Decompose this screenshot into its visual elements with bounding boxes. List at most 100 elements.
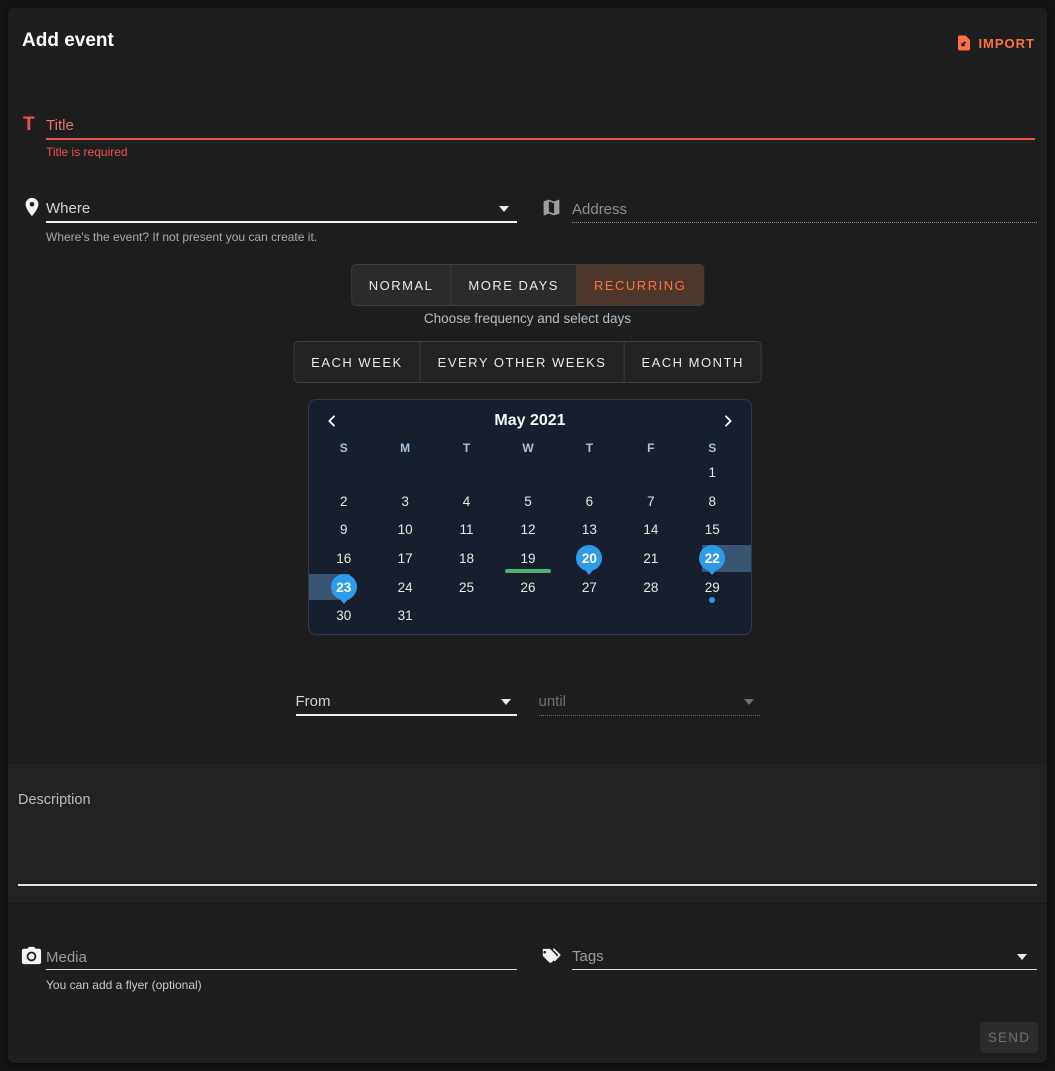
calendar-day[interactable]: 6: [559, 487, 620, 516]
time-row: From until: [8, 686, 1047, 716]
calendar-day-number: 20: [576, 545, 602, 571]
calendar-day[interactable]: 7: [620, 487, 681, 516]
tags-underline: [572, 969, 1037, 970]
calendar-day[interactable]: 21: [620, 544, 681, 573]
calendar-day[interactable]: 4: [436, 487, 497, 516]
calendar-day[interactable]: 25: [436, 573, 497, 602]
calendar-day[interactable]: 14: [620, 515, 681, 544]
calendar-day-number: 8: [709, 494, 717, 509]
title-error: Title is required: [46, 145, 128, 159]
prev-month-button[interactable]: [319, 409, 345, 433]
media-helper-text: You can add a flyer (optional): [46, 978, 202, 992]
tags-select[interactable]: Tags: [572, 946, 1037, 968]
calendar-day-number: 14: [643, 522, 658, 537]
address-input[interactable]: [572, 197, 1033, 221]
calendar-day[interactable]: 27: [559, 573, 620, 602]
import-label: IMPORT: [978, 36, 1035, 51]
calendar-weekdays: SMTWTFS: [309, 434, 751, 458]
calendar-header: May 2021: [309, 400, 751, 434]
calendar-day[interactable]: 12: [497, 515, 558, 544]
next-month-button[interactable]: [715, 409, 741, 433]
weekday-label: F: [620, 437, 681, 458]
calendar-day-number: 10: [398, 522, 413, 537]
chevron-left-icon: [324, 413, 340, 429]
calendar-day[interactable]: 2: [313, 487, 374, 516]
where-helper-text: Where's the event? If not present you ca…: [46, 230, 317, 244]
calendar-day-number: 29: [705, 580, 720, 595]
tab-every-other-weeks[interactable]: EVERY OTHER WEEKS: [420, 342, 624, 382]
media-input[interactable]: [46, 946, 446, 968]
calendar-day[interactable]: 8: [682, 487, 743, 516]
page-title: Add event: [22, 30, 114, 52]
media-underline: [46, 969, 517, 970]
calendar-day-empty: [497, 601, 558, 630]
tab-normal[interactable]: NORMAL: [352, 265, 451, 305]
tab-each-week[interactable]: EACH WEEK: [294, 342, 420, 382]
calendar-day-number: 23: [331, 574, 357, 600]
calendar-day[interactable]: 10: [374, 515, 435, 544]
calendar-day[interactable]: 5: [497, 487, 558, 516]
tab-more-days[interactable]: MORE DAYS: [450, 265, 576, 305]
calendar-day[interactable]: 20: [559, 544, 620, 573]
calendar-day-number: 28: [643, 580, 658, 595]
add-event-card: Add event IMPORT T Title is required Whe…: [8, 8, 1047, 1063]
calendar-day[interactable]: 30: [313, 601, 374, 630]
calendar-day[interactable]: 26: [497, 573, 558, 602]
calendar-day-empty: [436, 458, 497, 487]
calendar-day[interactable]: 22: [682, 544, 743, 573]
frequency-tabs: EACH WEEK EVERY OTHER WEEKS EACH MONTH: [293, 341, 762, 383]
calendar-month-label: May 2021: [345, 412, 715, 430]
calendar-day-number: 21: [643, 551, 658, 566]
calendar-day[interactable]: 16: [313, 544, 374, 573]
calendar-day-number: 24: [398, 580, 413, 595]
calendar-day-empty: [620, 458, 681, 487]
calendar-day-number: 16: [336, 551, 351, 566]
calendar-day[interactable]: 3: [374, 487, 435, 516]
calendar-day[interactable]: 17: [374, 544, 435, 573]
tab-recurring[interactable]: RECURRING: [576, 265, 703, 305]
tab-each-month[interactable]: EACH MONTH: [623, 342, 760, 382]
calendar-day-empty: [682, 601, 743, 630]
address-underline: [572, 222, 1037, 223]
import-button[interactable]: IMPORT: [955, 34, 1035, 52]
chevron-down-icon: [501, 699, 511, 705]
title-icon: T: [23, 114, 47, 136]
map-icon: [541, 197, 562, 218]
calendar-day[interactable]: 18: [436, 544, 497, 573]
chevron-down-icon: [499, 206, 509, 212]
until-label: until: [539, 693, 567, 710]
calendar-grid: 1234567891011121314151617181920212223242…: [309, 458, 751, 636]
description-section: Description: [8, 762, 1047, 904]
calendar-day-number: 15: [705, 522, 720, 537]
calendar: May 2021 SMTWTFS 12345678910111213141516…: [308, 399, 752, 635]
calendar-day-number: 31: [398, 608, 413, 623]
where-select[interactable]: Where: [46, 198, 517, 222]
calendar-day[interactable]: 19: [497, 544, 558, 573]
title-input[interactable]: [46, 113, 1035, 137]
calendar-day[interactable]: 1: [682, 458, 743, 487]
description-input[interactable]: [18, 813, 1037, 883]
calendar-day-number: 5: [524, 494, 532, 509]
calendar-day-number: 7: [647, 494, 655, 509]
calendar-day-number: 19: [520, 551, 535, 566]
calendar-day[interactable]: 13: [559, 515, 620, 544]
weekday-label: T: [559, 437, 620, 458]
calendar-day[interactable]: 11: [436, 515, 497, 544]
from-select[interactable]: From: [296, 686, 517, 716]
tags-label: Tags: [572, 948, 604, 965]
calendar-day[interactable]: 23: [313, 573, 374, 602]
calendar-day[interactable]: 31: [374, 601, 435, 630]
calendar-day[interactable]: 15: [682, 515, 743, 544]
calendar-day[interactable]: 9: [313, 515, 374, 544]
where-underline: [46, 221, 517, 223]
send-button[interactable]: SEND: [980, 1022, 1038, 1053]
calendar-day-empty: [313, 458, 374, 487]
calendar-day[interactable]: 29: [682, 573, 743, 602]
calendar-day-number: 17: [398, 551, 413, 566]
until-select[interactable]: until: [539, 686, 760, 716]
calendar-day-number: 12: [520, 522, 535, 537]
calendar-day[interactable]: 28: [620, 573, 681, 602]
chevron-right-icon: [720, 413, 736, 429]
calendar-day[interactable]: 24: [374, 573, 435, 602]
calendar-day-number: 27: [582, 580, 597, 595]
